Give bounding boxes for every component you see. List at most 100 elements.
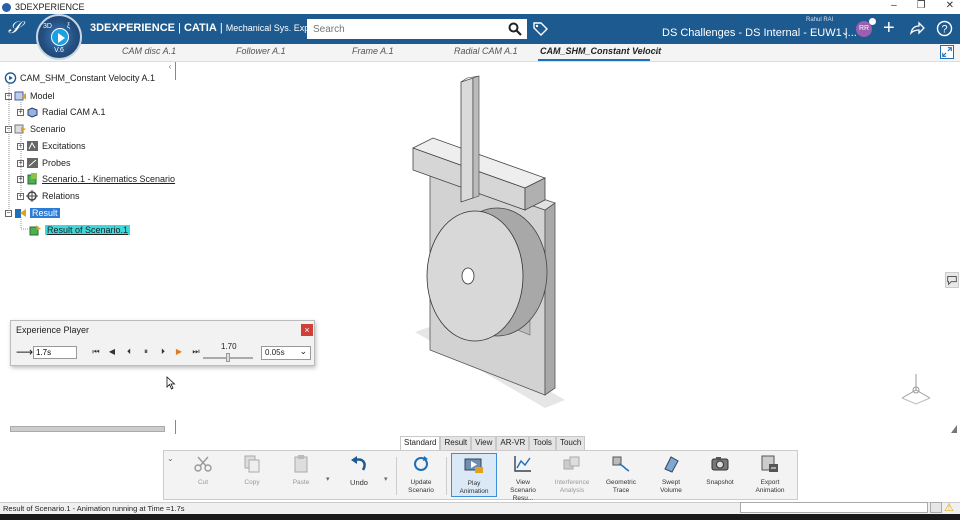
warning-icon[interactable]: ⚠ xyxy=(944,501,954,514)
copy-icon xyxy=(244,455,260,473)
camera-icon xyxy=(711,457,729,471)
compass-version: V.6 xyxy=(54,47,64,54)
ds-logo-icon[interactable]: 𝒮 xyxy=(8,18,21,38)
tree-item-label: Radial CAM A.1 xyxy=(42,107,106,117)
section-touch[interactable]: Touch xyxy=(555,436,586,450)
chevron-down-icon[interactable]: ⌄ xyxy=(167,454,174,463)
mouse-cursor-icon xyxy=(166,376,176,390)
play-animation-icon xyxy=(464,458,483,473)
horizontal-scrollbar[interactable] xyxy=(10,426,165,432)
update-scenario-button[interactable]: Update Scenario xyxy=(398,453,444,497)
section-tools[interactable]: Tools xyxy=(529,436,556,450)
step-backward-button[interactable]: ◀ xyxy=(107,347,117,356)
time-field[interactable] xyxy=(33,346,77,359)
cut-button[interactable]: Cut xyxy=(180,453,226,497)
brand-product: CATIA xyxy=(183,22,217,34)
action-label: Update xyxy=(410,479,432,486)
user-name: Rahul RAI xyxy=(806,17,834,23)
search-icon[interactable] xyxy=(508,22,522,36)
tab-cam-shm[interactable]: CAM_SHM_Constant Velocit xyxy=(540,46,661,56)
os-taskbar xyxy=(0,514,960,520)
player-title: Experience Player xyxy=(16,325,90,335)
fullscreen-icon[interactable] xyxy=(940,45,954,59)
play-animation-button[interactable]: Play Animation xyxy=(451,453,497,497)
action-label: Snapshot xyxy=(706,479,734,486)
action-label: Paste xyxy=(292,479,310,486)
os-title-bar: 3DEXPERIENCE – ❐ ✕ xyxy=(0,0,960,14)
separator xyxy=(446,457,447,495)
restore-button[interactable]: ❐ xyxy=(917,0,926,11)
compass-widget[interactable]: 3D ξ V.6 xyxy=(36,14,82,60)
close-icon[interactable]: × xyxy=(301,324,313,336)
snapshot-button[interactable]: Snapshot xyxy=(697,453,743,497)
paste-button[interactable]: Paste xyxy=(278,453,324,497)
section-standard[interactable]: Standard xyxy=(400,436,441,450)
export-icon xyxy=(761,455,778,472)
cam-mechanism-model[interactable] xyxy=(395,70,570,415)
arrow-right-icon[interactable]: ⟶ xyxy=(16,345,33,359)
action-label: Interference xyxy=(554,479,590,486)
app-icon xyxy=(2,2,11,12)
copy-button[interactable]: Copy xyxy=(229,453,275,497)
play-icon[interactable] xyxy=(51,28,69,46)
minimize-button[interactable]: – xyxy=(891,0,897,11)
command-input[interactable] xyxy=(740,502,928,513)
app-title: 3DEXPERIENCE | CATIA | Mechanical Sys. E… xyxy=(90,22,332,34)
section-view[interactable]: View xyxy=(471,436,497,450)
close-window-button[interactable]: ✕ xyxy=(946,0,954,11)
add-tab-icon[interactable]: + xyxy=(654,44,661,58)
tab-radial-cam[interactable]: Radial CAM A.1 xyxy=(454,46,518,56)
interference-icon xyxy=(563,456,580,470)
tag-icon[interactable] xyxy=(532,21,548,37)
interference-analysis-button[interactable]: Interference Analysis xyxy=(549,453,595,497)
view-scenario-results-button[interactable]: View Scenario Resu... xyxy=(500,453,546,502)
specification-tree: CAM_SHM_Constant Velocity A.1 − Model + … xyxy=(0,62,180,262)
collaborative-space-label[interactable]: DS Challenges - DS Internal - EUW1 |... xyxy=(662,27,857,39)
time-slider-thumb[interactable] xyxy=(226,353,230,362)
undo-button[interactable]: Undo xyxy=(336,453,382,497)
chevron-down-icon[interactable]: ⌄ xyxy=(841,27,849,38)
step-forward-button[interactable]: ▶ xyxy=(174,347,184,356)
paste-dropdown-icon[interactable]: ▾ xyxy=(326,475,330,483)
panel-splitter[interactable] xyxy=(175,420,176,434)
section-ar-vr[interactable]: AR-VR xyxy=(496,436,530,450)
comment-icon[interactable] xyxy=(945,272,959,288)
compass-k-label: ξ xyxy=(67,23,71,30)
undo-icon xyxy=(351,456,366,471)
notification-badge xyxy=(869,18,876,25)
play-backward-button[interactable]: ⏴ xyxy=(124,347,134,357)
section-result[interactable]: Result xyxy=(440,436,472,450)
step-select[interactable]: 0.05s xyxy=(261,345,311,360)
tab-frame[interactable]: Frame A.1 xyxy=(352,46,394,56)
trace-icon xyxy=(612,456,630,472)
paste-icon xyxy=(294,455,308,473)
play-forward-button[interactable]: ⏵ xyxy=(158,347,168,357)
action-label: Swept xyxy=(661,479,681,486)
skip-to-start-button[interactable]: ⏮ xyxy=(91,347,101,357)
command-button[interactable] xyxy=(930,502,942,513)
separator xyxy=(396,457,397,495)
pause-button[interactable]: ⏸ xyxy=(141,347,151,357)
search-input[interactable] xyxy=(307,19,527,39)
tree-item-result-of-scenario[interactable]: Result of Scenario.1 xyxy=(29,224,131,236)
tab-cam-disc[interactable]: CAM disc A.1 xyxy=(122,46,176,56)
geometric-trace-button[interactable]: Geometric Trace xyxy=(598,453,644,497)
action-label: Copy xyxy=(244,479,260,486)
tab-follower[interactable]: Follower A.1 xyxy=(236,46,286,56)
tree-item-label: Excitations xyxy=(42,141,86,151)
swept-volume-button[interactable]: Swept Volume xyxy=(648,453,694,497)
action-label-2: Trace xyxy=(612,487,630,494)
help-icon[interactable]: ? xyxy=(936,20,953,37)
undo-dropdown-icon[interactable]: ▾ xyxy=(384,475,388,483)
os-title: 3DEXPERIENCE xyxy=(15,2,85,12)
resize-grip-icon[interactable] xyxy=(950,424,958,434)
export-animation-button[interactable]: Export Animation xyxy=(747,453,793,497)
plus-icon[interactable]: + xyxy=(883,17,895,40)
skip-to-end-button[interactable]: ⏭ xyxy=(191,347,201,357)
action-label-2: Analysis xyxy=(559,487,585,494)
tree-item-kinematics[interactable]: + Scenario.1 - Kinematics Scenario xyxy=(17,173,175,185)
view-compass-icon[interactable] xyxy=(896,370,936,406)
tree-item-label: Scenario.1 - Kinematics Scenario xyxy=(42,174,176,184)
share-icon[interactable] xyxy=(909,20,925,36)
tree-item-label: Probes xyxy=(42,158,71,168)
